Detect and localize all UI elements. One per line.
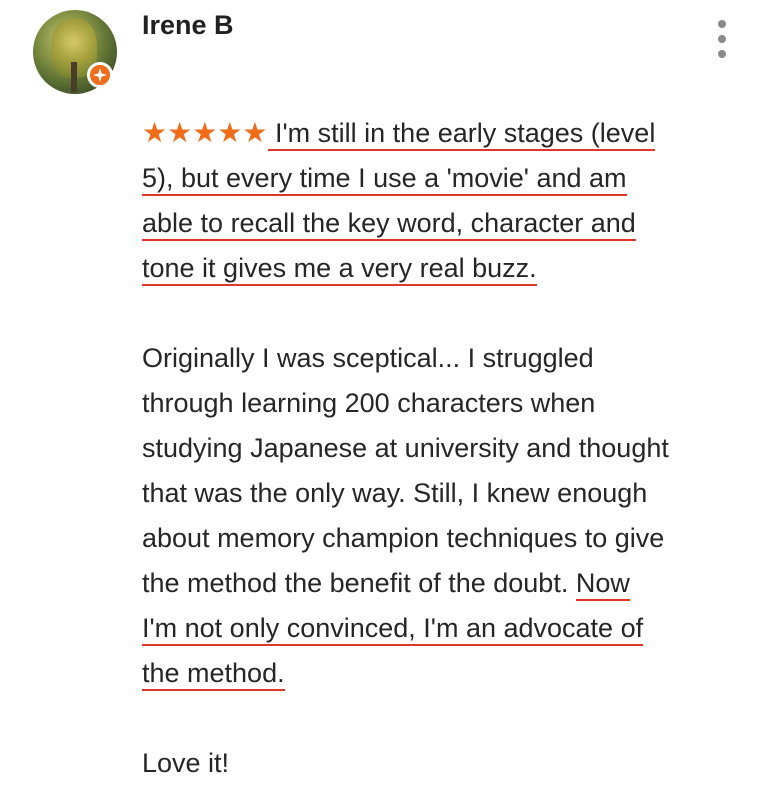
- review-line: Love it!: [142, 748, 230, 778]
- review-line: through learning 200 characters when: [142, 388, 596, 418]
- highlighted-text: I'm not only convinced, I'm an advocate …: [142, 613, 644, 646]
- more-vert-icon-dot: [718, 35, 726, 43]
- review-text-segment: the method the benefit of the doubt.: [142, 568, 576, 598]
- review-text: ★★★★★ I'm still in the early stages (lev…: [142, 110, 742, 786]
- review-line: that was the only way. Still, I knew eno…: [142, 478, 648, 508]
- review-line: studying Japanese at university and thou…: [142, 433, 669, 463]
- review-line: I'm not only convinced, I'm an advocate …: [142, 606, 742, 651]
- star-rating: ★★★★★: [142, 117, 268, 148]
- review-line: the method the benefit of the doubt. Now: [142, 561, 742, 606]
- highlighted-text: Now: [575, 568, 630, 601]
- review-line: Originally I was sceptical... I struggle…: [142, 343, 594, 373]
- reviewer-name[interactable]: Irene B: [142, 10, 234, 41]
- highlighted-text: the method.: [142, 658, 285, 691]
- highlighted-text: I'm still in the early stages (level: [267, 118, 656, 151]
- review-line: able to recall the key word, character a…: [142, 201, 742, 246]
- more-vert-icon-dot: [718, 20, 726, 28]
- review-line: tone it gives me a very real buzz.: [142, 246, 742, 291]
- highlighted-text: tone it gives me a very real buzz.: [142, 253, 537, 286]
- review-line: about memory champion techniques to give: [142, 523, 665, 553]
- highlighted-text: 5), but every time I use a 'movie' and a…: [142, 163, 627, 196]
- more-vert-icon-dot: [718, 50, 726, 58]
- more-options-button[interactable]: [708, 18, 736, 60]
- review-line: 5), but every time I use a 'movie' and a…: [142, 156, 742, 201]
- review-line: the method.: [142, 651, 742, 696]
- review-line: ★★★★★ I'm still in the early stages (lev…: [142, 110, 742, 156]
- avatar-photo-trunk: [71, 62, 77, 92]
- star-burst-icon: [93, 68, 107, 82]
- local-guide-badge-icon: [87, 62, 113, 88]
- highlighted-text: able to recall the key word, character a…: [142, 208, 636, 241]
